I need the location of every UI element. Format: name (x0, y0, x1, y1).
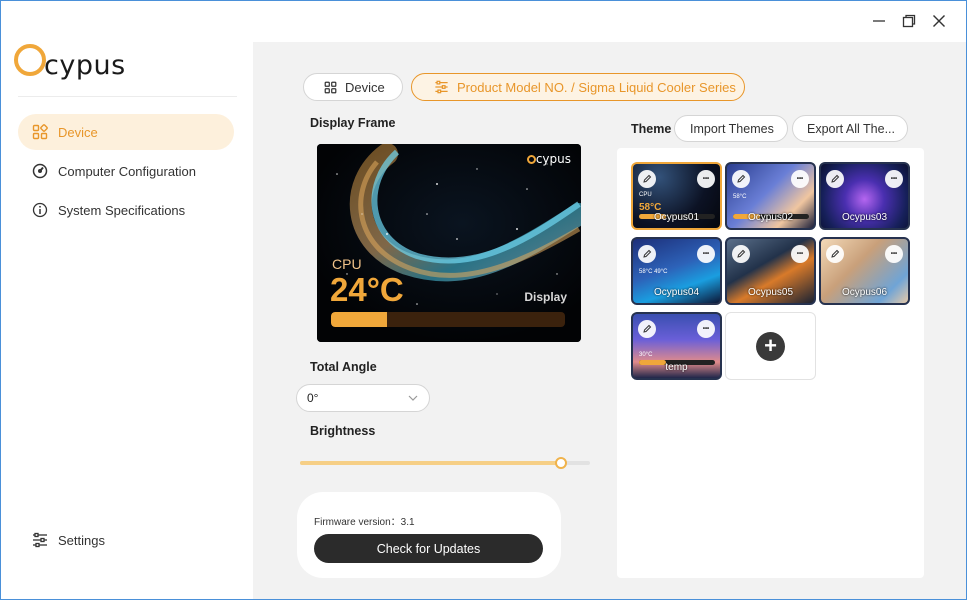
tab-label: Product Model NO. / Sigma Liquid Cooler … (457, 79, 736, 95)
edit-icon[interactable] (638, 245, 656, 263)
edit-icon[interactable] (732, 245, 750, 263)
edit-icon[interactable] (638, 170, 656, 188)
theme-tile[interactable]: ••• Ocypus03 (819, 162, 910, 230)
main-panel: Device Product Model NO. / Sigma Liquid … (253, 42, 967, 600)
theme-tile-name: Ocypus05 (747, 287, 794, 298)
app-logo: cypus (14, 44, 134, 84)
cpu-temperature: 24°C (330, 271, 404, 308)
sidebar-item-device[interactable]: Device (18, 114, 234, 150)
brightness-slider[interactable] (300, 457, 590, 469)
sliders-icon (32, 532, 48, 548)
brightness-label: Brightness (310, 424, 376, 438)
sidebar-item-computer-configuration[interactable]: Computer Configuration (18, 153, 234, 189)
cpu-label: CPU (332, 256, 362, 272)
tile-small-text: 30°C (639, 352, 653, 358)
sliders-icon (434, 80, 449, 94)
theme-tile-name: Ocypus04 (653, 287, 700, 298)
edit-icon[interactable] (826, 170, 844, 188)
sidebar-item-label: Settings (58, 532, 105, 548)
display-frame-label: Display Frame (310, 116, 396, 130)
theme-gallery: ••• CPU 58°C Ocypus01 ••• 58°C Ocypus02 ••• Ocyp… (617, 148, 924, 578)
restore-icon[interactable] (897, 9, 921, 33)
more-options-icon[interactable]: ••• (697, 320, 715, 338)
check-for-updates-button[interactable]: Check for Updates (314, 534, 543, 563)
gauge-icon (32, 163, 48, 179)
logo-text: cypus (44, 50, 126, 81)
theme-tile-name: Ocypus01 (653, 212, 700, 223)
close-icon[interactable] (927, 9, 951, 33)
tile-small-text: 58°C 49°C (639, 269, 668, 275)
edit-icon[interactable] (732, 170, 750, 188)
theme-tile[interactable]: ••• CPU 58°C Ocypus01 (631, 162, 722, 230)
theme-label: Theme (631, 122, 672, 136)
theme-tile-name: Ocypus02 (747, 212, 794, 223)
minimize-icon[interactable] (867, 9, 891, 33)
temperature-bar (331, 312, 565, 327)
brightness-slider-thumb[interactable] (555, 457, 567, 469)
display-label: Display (524, 290, 567, 304)
title-bar (0, 0, 967, 42)
info-icon (32, 202, 48, 218)
firmware-version: Firmware version：3.1 (314, 517, 415, 528)
more-options-icon[interactable]: ••• (885, 170, 903, 188)
theme-tile-name: Ocypus03 (841, 212, 888, 223)
sidebar-item-system-specifications[interactable]: System Specifications (18, 192, 234, 228)
theme-tile[interactable]: ••• Ocypus06 (819, 237, 910, 305)
divider (18, 96, 237, 97)
theme-tile-name: temp (665, 362, 688, 373)
total-angle-value: 0° (307, 391, 319, 405)
sidebar-item-label: System Specifications (58, 202, 186, 218)
tile-small-text: 58°C (733, 194, 747, 200)
theme-tile[interactable]: ••• 58°C 49°C Ocypus04 (631, 237, 722, 305)
edit-icon[interactable] (826, 245, 844, 263)
grid-icon (32, 124, 48, 140)
sidebar-item-settings[interactable]: Settings (18, 522, 234, 558)
add-theme-button[interactable]: + (725, 312, 816, 380)
tab-label: Device (345, 79, 385, 95)
display-frame-preview: cypus CPU 24°C Display (317, 144, 581, 342)
firmware-card: Firmware version：3.1 Check for Updates (297, 492, 561, 578)
edit-icon[interactable] (638, 320, 656, 338)
sidebar: cypus Device Computer Configuration Syst… (0, 42, 253, 600)
more-options-icon[interactable]: ••• (791, 170, 809, 188)
temperature-bar-fill (331, 312, 388, 327)
theme-tile[interactable]: ••• 30°C temp (631, 312, 722, 380)
import-themes-button[interactable]: Import Themes (674, 115, 788, 142)
theme-tile[interactable]: ••• 58°C Ocypus02 (725, 162, 816, 230)
brightness-slider-fill (300, 461, 561, 465)
grid-icon (324, 81, 337, 94)
theme-tile[interactable]: ••• Ocypus05 (725, 237, 816, 305)
more-options-icon[interactable]: ••• (697, 170, 715, 188)
tile-small-text: CPU (639, 192, 652, 198)
chevron-down-icon (407, 392, 419, 407)
more-options-icon[interactable]: ••• (885, 245, 903, 263)
logo-ring-icon (526, 155, 536, 164)
total-angle-select[interactable]: 0° (296, 384, 430, 412)
export-all-themes-button[interactable]: Export All The... (792, 115, 908, 142)
tab-product-model[interactable]: Product Model NO. / Sigma Liquid Cooler … (411, 73, 745, 101)
tab-device[interactable]: Device (303, 73, 403, 101)
theme-tile-name: Ocypus06 (841, 287, 888, 298)
more-options-icon[interactable]: ••• (791, 245, 809, 263)
total-angle-label: Total Angle (310, 360, 377, 374)
plus-icon: + (756, 331, 785, 361)
display-frame-brand: cypus (526, 152, 571, 166)
sidebar-item-label: Computer Configuration (58, 163, 197, 179)
logo-ring-icon (14, 44, 46, 76)
more-options-icon[interactable]: ••• (697, 245, 715, 263)
sidebar-item-label: Device (58, 124, 98, 140)
